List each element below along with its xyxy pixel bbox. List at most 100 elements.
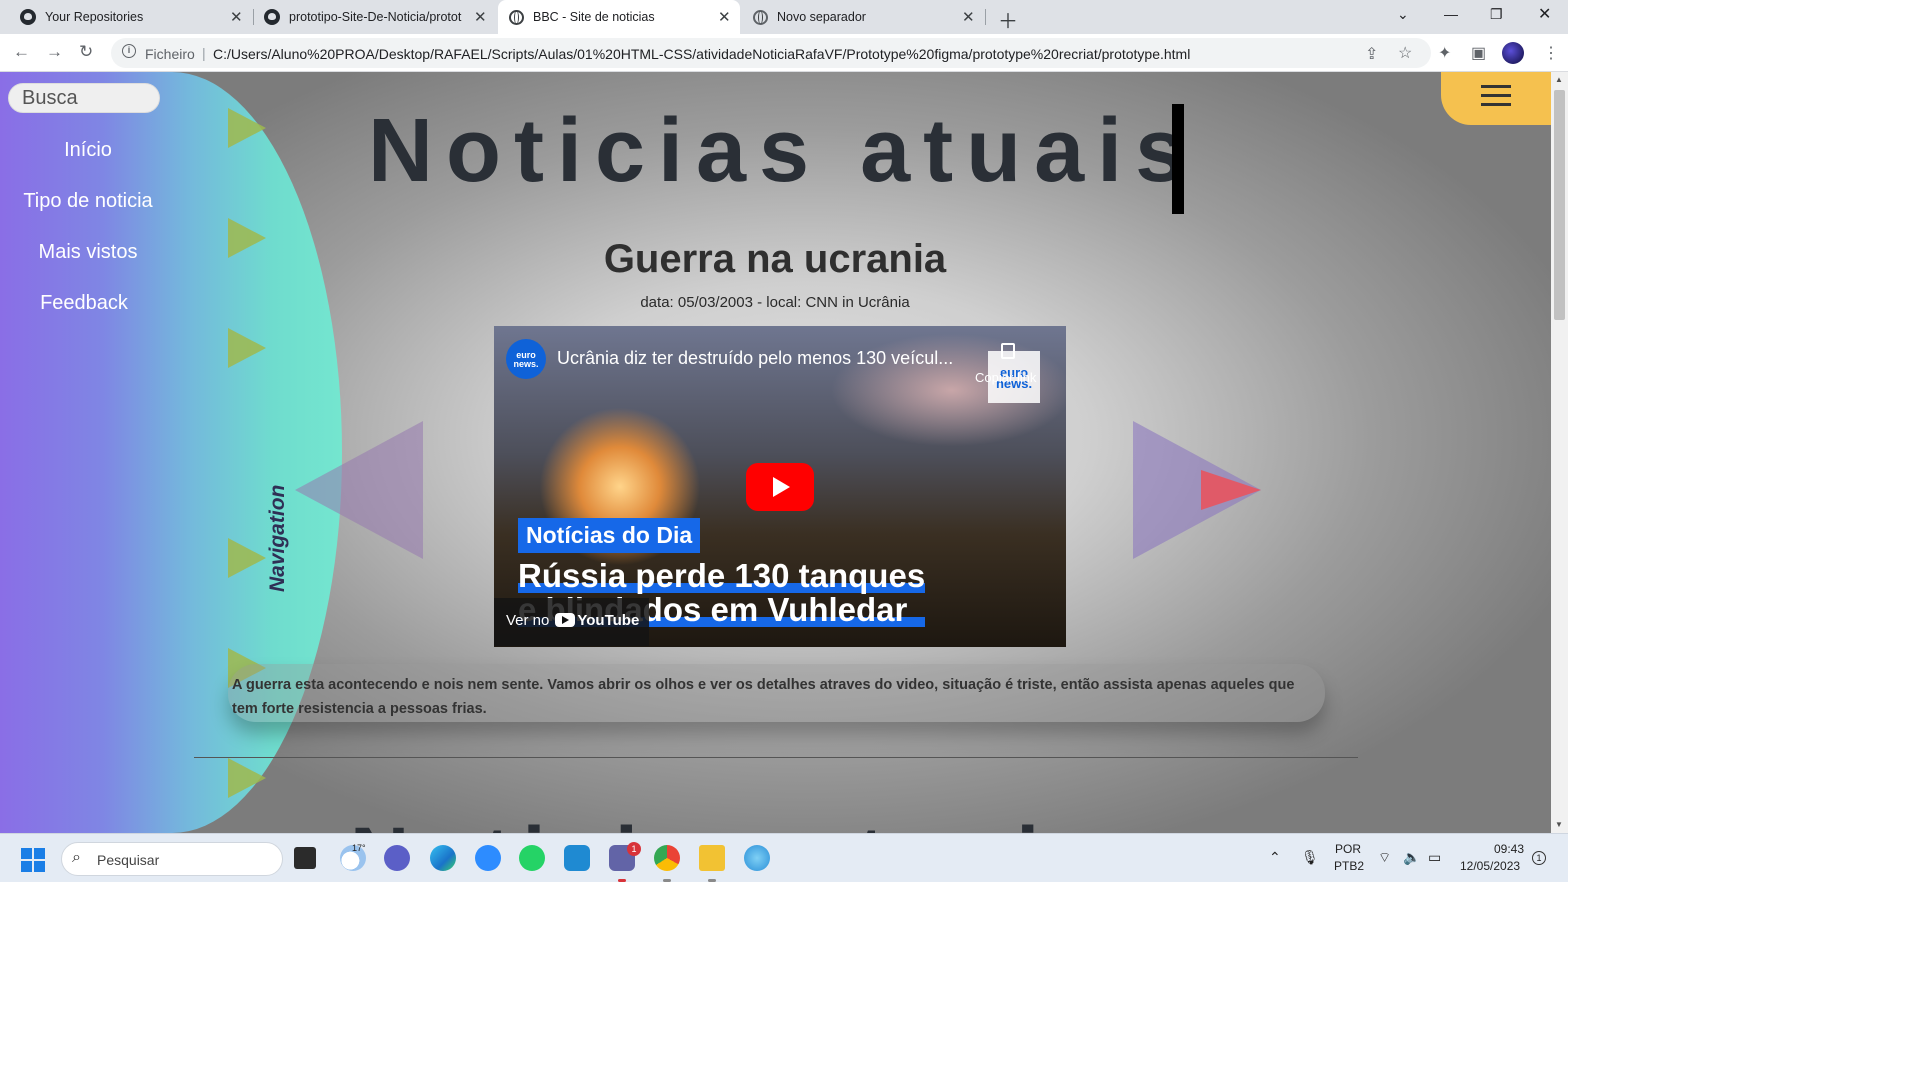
keyboard-layout-indicator[interactable]: PTB2 xyxy=(1334,859,1364,873)
tab-search-chevron-icon[interactable]: ⌄ xyxy=(1397,6,1409,23)
browser-toolbar: ← → ↻ i Ficheiro | C:/Users/Aluno%20PROA… xyxy=(0,34,1568,72)
section-divider xyxy=(194,757,1358,758)
sidebar-arrow-icon xyxy=(228,758,266,798)
share-icon[interactable]: ⇪ xyxy=(1365,44,1378,64)
watch-on-youtube-button[interactable]: Ver no YouTube xyxy=(494,598,649,646)
sidebar-link-feedback[interactable]: Feedback xyxy=(0,292,172,315)
previous-news-arrow-icon[interactable] xyxy=(295,421,423,559)
volume-icon[interactable]: 🔈 xyxy=(1403,849,1420,866)
video-headline-line1: Rússia perde 130 tanques xyxy=(518,557,926,594)
language-indicator[interactable]: POR xyxy=(1335,842,1361,856)
globe-icon xyxy=(509,10,524,25)
teams-notification-badge: 1 xyxy=(627,842,641,856)
news-meta: data: 05/03/2003 - local: CNN in Ucrânia xyxy=(640,294,910,311)
copy-link-label[interactable]: Copiar link xyxy=(975,370,1036,385)
hamburger-menu-button[interactable] xyxy=(1441,72,1551,125)
euronews-logo[interactable]: euro news. xyxy=(506,339,546,379)
navigation-vertical-label: Navigation xyxy=(266,484,289,592)
snipping-tool-icon[interactable] xyxy=(744,845,770,871)
page-viewport: Busca Início Tipo de noticia Mais vistos… xyxy=(0,72,1551,833)
scrollbar-thumb[interactable] xyxy=(1554,90,1565,320)
teams-meet-icon[interactable] xyxy=(384,845,410,871)
wifi-icon[interactable]: ⌔ xyxy=(1378,849,1391,867)
back-arrow-icon[interactable]: ← xyxy=(13,42,30,62)
address-bar[interactable]: i Ficheiro | C:/Users/Aluno%20PROA/Deskt… xyxy=(111,38,1431,68)
sidebar-link-tipo-de-noticia[interactable]: Tipo de noticia xyxy=(0,190,176,213)
zoom-icon[interactable] xyxy=(475,845,501,871)
close-tab-icon[interactable]: ✕ xyxy=(230,8,243,26)
extensions-puzzle-icon[interactable]: ✦ xyxy=(1438,43,1451,63)
scheme-label: Ficheiro xyxy=(145,46,195,62)
weather-temperature: 17° xyxy=(352,843,366,853)
sidebar-link-mais-vistos[interactable]: Mais vistos xyxy=(0,241,176,264)
whatsapp-icon[interactable] xyxy=(519,845,545,871)
sidebar-link-inicio[interactable]: Início xyxy=(0,139,176,162)
search-input[interactable]: Busca xyxy=(8,83,160,113)
side-panel-icon[interactable]: ▣ xyxy=(1471,43,1486,63)
edge-browser-icon[interactable] xyxy=(430,845,456,871)
youtube-icon xyxy=(555,613,576,627)
forward-arrow-icon[interactable]: → xyxy=(46,42,63,62)
close-tab-icon[interactable]: ✕ xyxy=(718,8,731,26)
new-tab-button[interactable]: ＋ xyxy=(998,5,1018,34)
windows-start-icon[interactable] xyxy=(21,848,45,872)
tab-title: Your Repositories xyxy=(45,10,144,24)
file-explorer-icon[interactable] xyxy=(699,845,725,871)
tab-your-repositories[interactable]: Your Repositories ✕ xyxy=(8,0,253,34)
close-tab-icon[interactable]: ✕ xyxy=(474,8,487,26)
tab-bbc-site-de-noticias[interactable]: BBC - Site de noticias ✕ xyxy=(498,0,740,34)
typing-cursor xyxy=(1172,104,1184,214)
play-button-icon[interactable] xyxy=(746,463,814,511)
tab-title: BBC - Site de noticias xyxy=(533,10,655,24)
next-news-arrow-icon[interactable] xyxy=(1133,421,1261,559)
info-icon[interactable]: i xyxy=(122,44,136,58)
tab-prototipo-repo[interactable]: prototipo-Site-De-Noticia/protot ✕ xyxy=(254,0,497,34)
running-indicator xyxy=(663,879,671,882)
page-title: Noticias atuais xyxy=(368,101,1199,201)
chrome-menu-icon[interactable]: ⋮ xyxy=(1543,43,1559,63)
running-indicator xyxy=(708,879,716,882)
sidebar-arrow-icon xyxy=(228,108,266,148)
vscode-icon[interactable] xyxy=(564,845,590,871)
youtube-wordmark: YouTube xyxy=(577,612,640,629)
notification-count-badge[interactable]: 1 xyxy=(1532,851,1546,865)
tab-title: Novo separador xyxy=(777,10,866,24)
close-window-button[interactable]: ✕ xyxy=(1538,4,1551,24)
scroll-down-arrow-icon[interactable]: ▼ xyxy=(1555,820,1563,829)
minimize-button[interactable]: — xyxy=(1444,6,1458,22)
hamburger-line xyxy=(1481,103,1511,106)
video-tag: Notícias do Dia xyxy=(518,518,701,553)
hamburger-line xyxy=(1481,94,1511,97)
microphone-muted-icon[interactable]: 🎙 xyxy=(1301,849,1319,866)
restore-button[interactable]: ❐ xyxy=(1490,6,1503,23)
battery-icon[interactable]: ▭ xyxy=(1428,849,1441,866)
video-title[interactable]: Ucrânia diz ter destruído pelo menos 130… xyxy=(557,348,953,369)
show-hidden-icons-chevron-icon[interactable]: ⌃ xyxy=(1269,849,1281,866)
youtube-video-embed[interactable]: euro news. Ucrânia diz ter destruído pel… xyxy=(494,326,1066,647)
taskbar-search-label: Pesquisar xyxy=(97,852,160,868)
sidebar-arrow-icon xyxy=(228,218,266,258)
scheme-divider: | xyxy=(202,45,206,61)
news-description: A guerra esta acontecendo e nois nem sen… xyxy=(232,677,1295,717)
reload-icon[interactable]: ↻ xyxy=(79,42,93,62)
github-icon xyxy=(20,9,36,25)
bookmark-star-icon[interactable]: ☆ xyxy=(1398,43,1412,63)
windows-taskbar: ⌕ Pesquisar 17° 1 ⌃ 🎙 POR PTB2 ⌔ 🔈 ▭ 09:… xyxy=(0,833,1568,882)
clock-date[interactable]: 12/05/2023 xyxy=(1460,859,1520,873)
task-view-icon[interactable] xyxy=(294,847,316,869)
scroll-up-arrow-icon[interactable]: ▲ xyxy=(1555,75,1563,84)
next-section-title: Noticias atuais xyxy=(350,810,1109,833)
url-text[interactable]: C:/Users/Aluno%20PROA/Desktop/RAFAEL/Scr… xyxy=(213,46,1190,62)
profile-avatar[interactable] xyxy=(1502,42,1524,64)
hamburger-line xyxy=(1481,85,1511,88)
github-icon xyxy=(264,9,280,25)
close-tab-icon[interactable]: ✕ xyxy=(962,8,975,26)
chrome-icon[interactable] xyxy=(654,845,680,871)
tab-novo-separador[interactable]: Novo separador ✕ xyxy=(742,0,984,34)
tab-title: prototipo-Site-De-Noticia/protot xyxy=(289,10,462,24)
taskbar-search-box[interactable]: ⌕ Pesquisar xyxy=(61,842,283,876)
clock-time[interactable]: 09:43 xyxy=(1494,842,1524,856)
running-indicator xyxy=(618,879,626,882)
chrome-icon xyxy=(753,10,768,25)
page-scrollbar[interactable]: ▲ ▼ xyxy=(1551,72,1568,833)
